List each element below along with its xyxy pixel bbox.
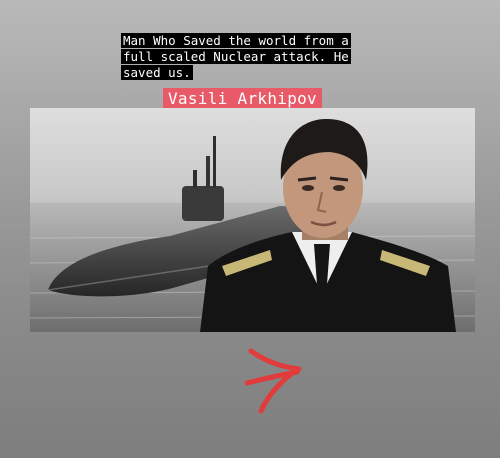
arrow-right-icon [243,345,303,423]
name-tag: Vasili Arkhipov [163,88,322,110]
caption-line-2: full scaled Nuclear attack. He [121,49,351,64]
photo-illustration [30,118,475,332]
story-caption: Man Who Saved the world from a full scal… [121,33,383,81]
caption-line-3: saved us. [121,65,193,80]
story-photo [30,108,475,332]
caption-line-1: Man Who Saved the world from a [121,33,351,48]
